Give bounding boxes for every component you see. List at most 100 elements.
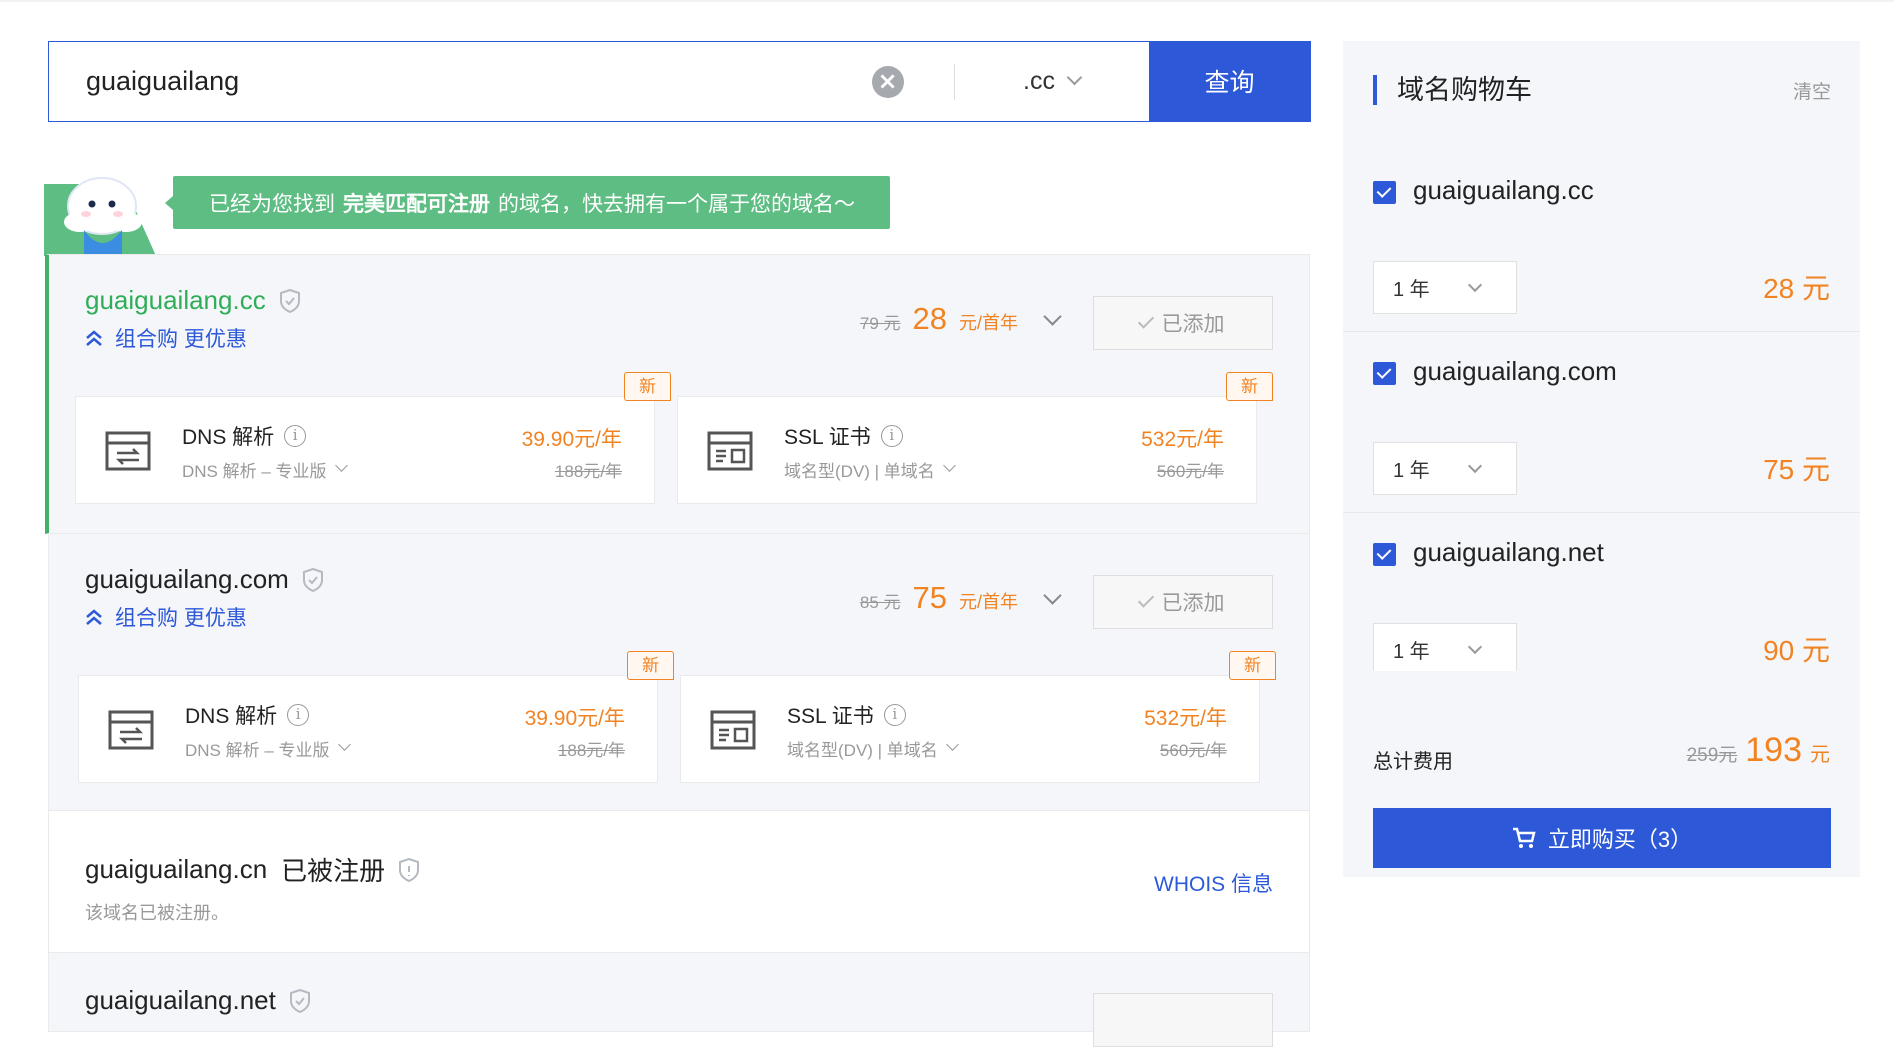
shield-icon <box>399 857 420 882</box>
cart-item-checkbox[interactable] <box>1373 543 1396 566</box>
check-icon <box>1137 590 1154 608</box>
domain-search-bar: × .cc 查询 <box>48 40 1311 122</box>
addon-card-ssl[interactable]: SSL 证书 i 域名型(DV) | 单域名 532元/年 560元/年 <box>677 396 1257 504</box>
info-icon[interactable]: i <box>287 704 310 726</box>
chevron-down-icon <box>945 738 959 751</box>
added-label: 已添加 <box>1161 313 1225 336</box>
cart-item-name: guaiguailang.net <box>1413 537 1604 567</box>
chevron-down-icon[interactable] <box>1043 586 1062 605</box>
old-price: 85 元 <box>859 593 901 612</box>
chevron-down-icon <box>942 459 956 472</box>
cart-footer-panel: 总计费用 259元 193 元 立即购买（3） <box>1343 671 1860 877</box>
shopping-cart-icon <box>1512 827 1536 848</box>
years-select[interactable]: 1 年 <box>1373 442 1517 495</box>
years-select-value: 1 年 <box>1393 279 1430 301</box>
combo-link[interactable]: 组合购 更优惠 <box>85 602 247 632</box>
cart-item-name: guaiguailang.cc <box>1413 175 1594 205</box>
addon-title: SSL 证书 i <box>787 700 906 730</box>
info-icon[interactable]: i <box>284 425 307 447</box>
addon-plan-text: 域名型(DV) | 单域名 <box>784 462 935 481</box>
clear-icon[interactable]: × <box>871 66 904 98</box>
domain-name-text: guaiguailang.net <box>85 985 276 1015</box>
addon-plan-select[interactable]: 域名型(DV) | 单域名 <box>787 736 959 761</box>
domain-name[interactable]: guaiguailang.net <box>85 985 310 1016</box>
mascot-icon <box>44 177 156 256</box>
addon-plan-select[interactable]: DNS 解析 – 专业版 <box>185 736 351 761</box>
added-label: 已添加 <box>1161 592 1225 615</box>
buy-now-button[interactable]: 立即购买（3） <box>1373 808 1831 868</box>
addon-plan-select[interactable]: DNS 解析 – 专业版 <box>182 457 348 482</box>
tld-select[interactable]: .cc <box>955 42 1149 121</box>
added-button[interactable]: 已添加 <box>1093 575 1273 629</box>
years-select[interactable]: 1 年 <box>1373 623 1517 676</box>
domain-name[interactable]: guaiguailang.cc <box>85 285 300 316</box>
addon-title-text: SSL 证书 <box>787 705 874 728</box>
cart-footer: 总计费用 259元 193 元 立即购买（3） <box>1343 671 1860 877</box>
new-badge: 新 <box>1229 651 1276 680</box>
addon-old-price: 188元/年 <box>557 741 625 760</box>
addon-card-dns[interactable]: DNS 解析 i DNS 解析 – 专业版 39.90元/年 188元/年 <box>78 675 658 783</box>
shield-icon <box>302 567 323 592</box>
addon-title-text: DNS 解析 <box>185 705 278 728</box>
total-label: 总计费用 <box>1373 751 1453 773</box>
domain-name-text: guaiguailang.cn <box>85 854 268 884</box>
price-unit: 元/首年 <box>958 592 1018 612</box>
addon-price: 39.90元/年 <box>524 707 625 730</box>
shield-icon <box>289 988 310 1013</box>
addon-plan-text: DNS 解析 – 专业版 <box>182 462 327 481</box>
total-old-price: 259元 <box>1686 745 1738 766</box>
chevron-down-icon <box>1066 69 1083 86</box>
new-price: 28 <box>912 301 947 336</box>
info-icon[interactable]: i <box>883 704 906 726</box>
years-select[interactable]: 1 年 <box>1373 261 1517 314</box>
years-select-value: 1 年 <box>1393 460 1430 482</box>
chevron-down-icon <box>1467 277 1482 292</box>
dns-icon <box>108 710 154 750</box>
search-button[interactable]: 查询 <box>1148 40 1311 122</box>
cart-item-price: 75 元 <box>1763 454 1830 485</box>
domain-search-input[interactable] <box>49 42 872 121</box>
cart-item-checkbox[interactable] <box>1373 181 1396 204</box>
clear-cart-link[interactable]: 清空 <box>1793 77 1831 104</box>
addon-plan-select[interactable]: 域名型(DV) | 单域名 <box>784 457 956 482</box>
double-chevron-up-icon <box>86 609 102 625</box>
addon-old-price: 560元/年 <box>1159 741 1227 760</box>
new-badge: 新 <box>627 651 674 680</box>
cart-item-checkbox[interactable] <box>1373 362 1396 385</box>
addon-price: 532元/年 <box>1141 428 1224 451</box>
buy-now-label: 立即购买（3） <box>1547 827 1693 852</box>
addon-title: DNS 解析 i <box>185 700 310 730</box>
addon-card-dns[interactable]: DNS 解析 i DNS 解析 – 专业版 39.90元/年 188元/年 <box>75 396 655 504</box>
addon-old-price: 188元/年 <box>554 462 622 481</box>
chevron-down-icon[interactable] <box>1043 307 1062 326</box>
cart-item-price: 28 元 <box>1763 273 1830 304</box>
top-divider <box>0 0 1894 2</box>
cart-item: guaiguailang.net 1 年 90 元 <box>1343 513 1860 694</box>
addon-title-text: SSL 证书 <box>784 426 871 449</box>
new-price: 75 <box>912 580 947 615</box>
combo-link[interactable]: 组合购 更优惠 <box>85 323 247 353</box>
price-info: 85 元 75 元/首年 <box>859 580 1062 616</box>
addon-card-ssl[interactable]: SSL 证书 i 域名型(DV) | 单域名 532元/年 560元/年 <box>680 675 1260 783</box>
info-icon[interactable]: i <box>880 425 903 447</box>
tip-highlight: 完美匹配可注册 <box>343 192 490 216</box>
domain-result-row-registered: guaiguailang.cn 已被注册 该域名已被注册。 WHOIS 信息 <box>48 810 1310 953</box>
added-button[interactable] <box>1093 993 1273 1047</box>
whois-link[interactable]: WHOIS 信息 <box>1154 868 1273 898</box>
ssl-certificate-icon <box>707 431 753 471</box>
addon-price: 39.90元/年 <box>521 428 622 451</box>
chevron-down-icon <box>334 459 348 472</box>
double-chevron-up-icon <box>86 330 102 346</box>
domain-name-text: guaiguailang.cc <box>85 285 266 315</box>
price-info: 79 元 28 元/首年 <box>860 301 1062 337</box>
added-button[interactable]: 已添加 <box>1093 296 1273 350</box>
cart-item: guaiguailang.com 1 年 75 元 <box>1343 332 1860 513</box>
tld-select-value: .cc <box>1023 67 1055 95</box>
chevron-down-icon <box>1467 458 1482 473</box>
domain-name[interactable]: guaiguailang.com <box>85 564 323 595</box>
tip-prefix: 已经为您找到 <box>209 192 335 216</box>
combo-label: 组合购 更优惠 <box>115 607 247 630</box>
check-icon <box>1137 311 1154 329</box>
registered-note: 该域名已被注册。 <box>85 903 229 923</box>
domain-result-row: guaiguailang.net <box>48 952 1310 1047</box>
